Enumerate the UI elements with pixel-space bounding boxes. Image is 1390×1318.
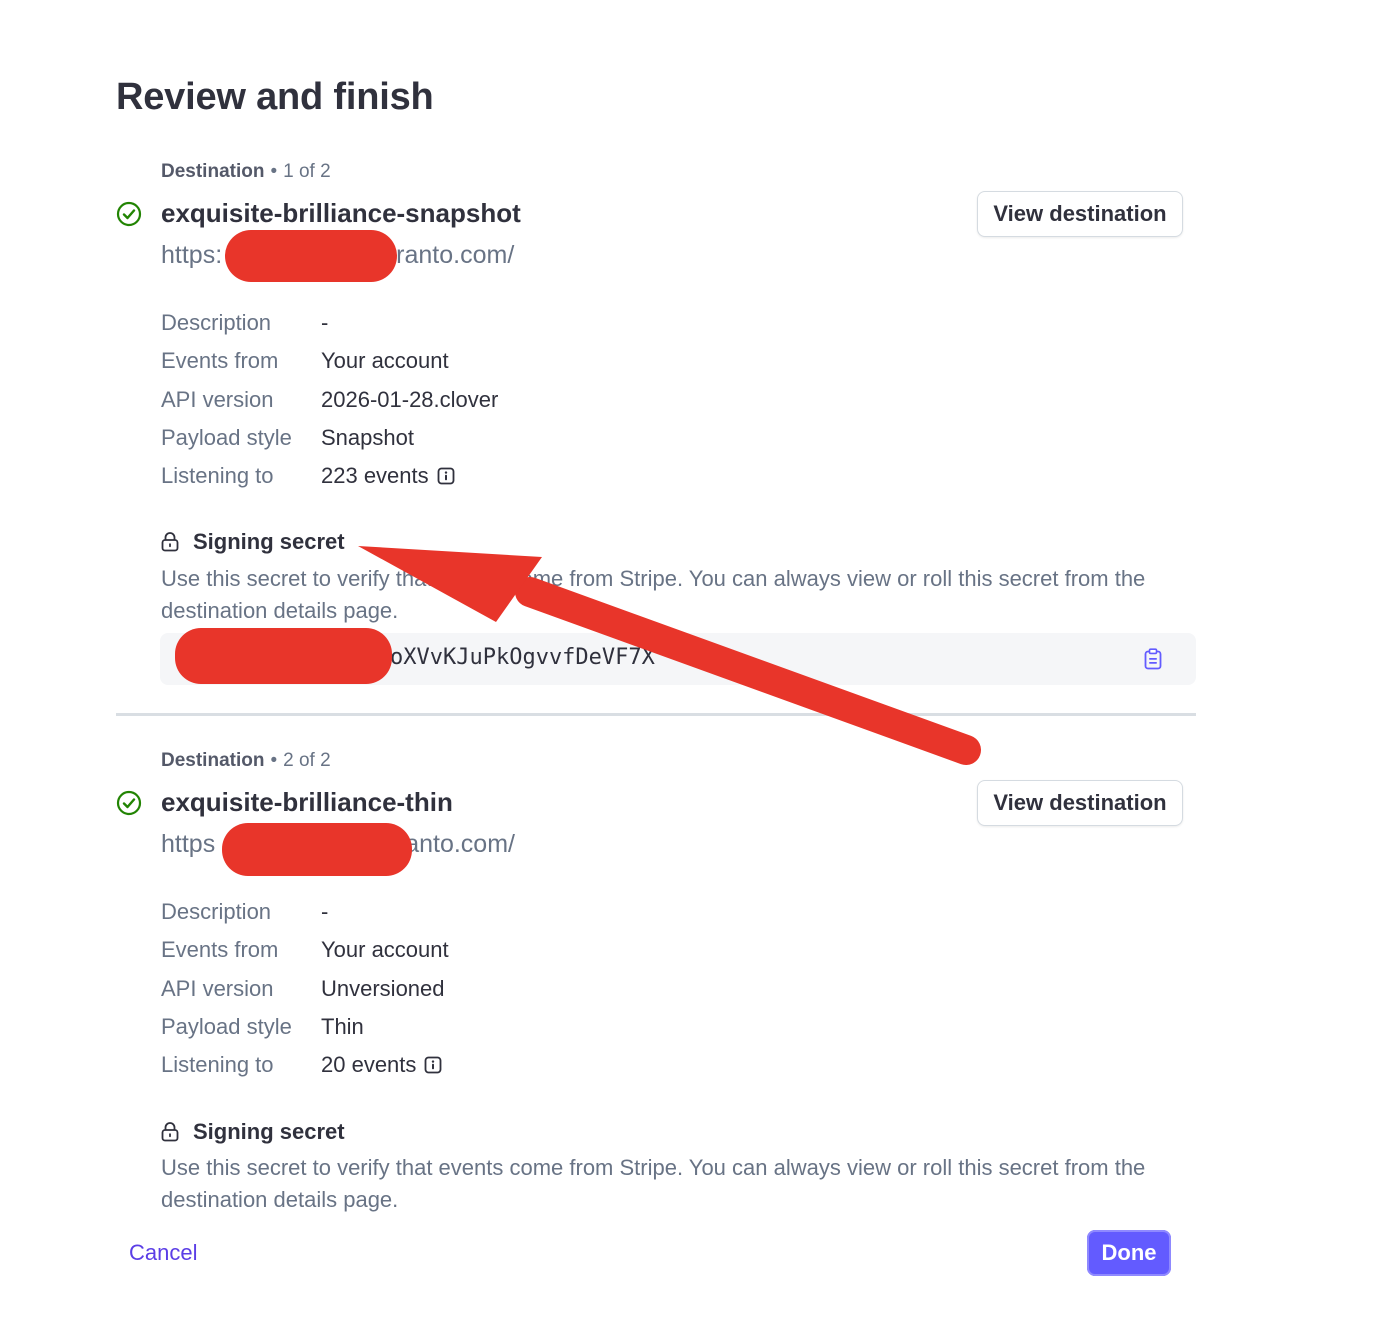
check-circle-icon [116,201,142,227]
detail-row-api-version: API version Unversioned [161,974,445,1004]
redaction-mark [175,628,392,684]
section-divider [116,713,1196,716]
detail-value: - [321,899,329,924]
signing-secret-value: oXVvKJuPkOgvvfDeVF7X [390,645,655,670]
info-icon[interactable] [424,1056,442,1074]
signing-secret-description: Use this secret to verify that events co… [161,1155,1146,1212]
detail-value: - [321,310,329,335]
lock-icon [161,1122,179,1142]
detail-value: Thin [321,1014,364,1039]
detail-value: 223 events [321,463,429,488]
detail-key: Listening to [161,1052,274,1077]
detail-row-events-from: Events from Your account [161,346,449,376]
detail-value: Snapshot [321,425,414,450]
destination-position: 2 of 2 [283,750,331,771]
detail-key: API version [161,387,274,412]
detail-row-listening-to: Listening to 223 events [161,461,455,491]
detail-row-payload-style: Payload style Snapshot [161,423,414,453]
redaction-mark [225,230,397,282]
redaction-mark [222,823,412,876]
signing-secret-title: Signing secret [193,529,345,554]
review-and-finish-page: Review and finish Destination • 1 of 2 exq… [0,0,1390,1318]
view-destination-button[interactable]: View destination [977,191,1183,237]
detail-key: Description [161,899,272,924]
detail-key: API version [161,976,274,1001]
detail-row-description: Description - [161,308,328,338]
signing-secret-heading: Signing secret [161,1119,345,1145]
detail-key: Events from [161,937,279,962]
detail-value-wrap: 223 events [321,463,455,489]
detail-row-description: Description - [161,897,328,927]
detail-row-payload-style: Payload style Thin [161,1012,364,1042]
destination-meta: Destination • 2 of 2 [161,750,331,772]
signing-secret-heading: Signing secret [161,529,345,555]
destination-label: Destination [161,161,265,182]
detail-value-wrap: 20 events [321,1052,442,1078]
detail-key: Payload style [161,425,292,450]
check-circle-icon [116,790,142,816]
detail-key: Events from [161,348,279,373]
detail-value: Unversioned [321,976,445,1001]
destination-position: 1 of 2 [283,161,331,182]
detail-value: Your account [321,937,449,962]
destination-label: Destination [161,750,265,771]
detail-value: 2026-01-28.clover [321,387,499,412]
separator-dot: • [270,161,278,182]
separator-dot: • [270,750,278,771]
signing-secret-title: Signing secret [193,1119,345,1144]
info-icon[interactable] [437,467,455,485]
destination-url-suffix: ranto.com/ [396,241,515,269]
signing-secret-description: Use this secret to verify that events co… [161,566,1146,623]
destination-url-suffix: anto.com/ [405,830,515,858]
view-destination-button[interactable]: View destination [977,780,1183,826]
detail-row-events-from: Events from Your account [161,935,449,965]
cancel-button[interactable]: Cancel [129,1240,197,1266]
done-button[interactable]: Done [1087,1230,1171,1276]
destination-name: exquisite-brilliance-thin [161,787,453,817]
detail-key: Listening to [161,463,274,488]
detail-key: Payload style [161,1014,292,1039]
destination-url-prefix: https [161,830,216,858]
detail-row-api-version: API version 2026-01-28.clover [161,385,498,415]
page-title: Review and finish [116,76,434,118]
destination-url-prefix: https: [161,241,223,269]
detail-key: Description [161,310,272,335]
detail-value: Your account [321,348,449,373]
clipboard-icon[interactable] [1144,648,1162,670]
lock-icon [161,532,179,552]
destination-name: exquisite-brilliance-snapshot [161,198,521,228]
detail-value: 20 events [321,1052,417,1077]
detail-row-listening-to: Listening to 20 events [161,1050,442,1080]
destination-meta: Destination • 1 of 2 [161,161,331,183]
